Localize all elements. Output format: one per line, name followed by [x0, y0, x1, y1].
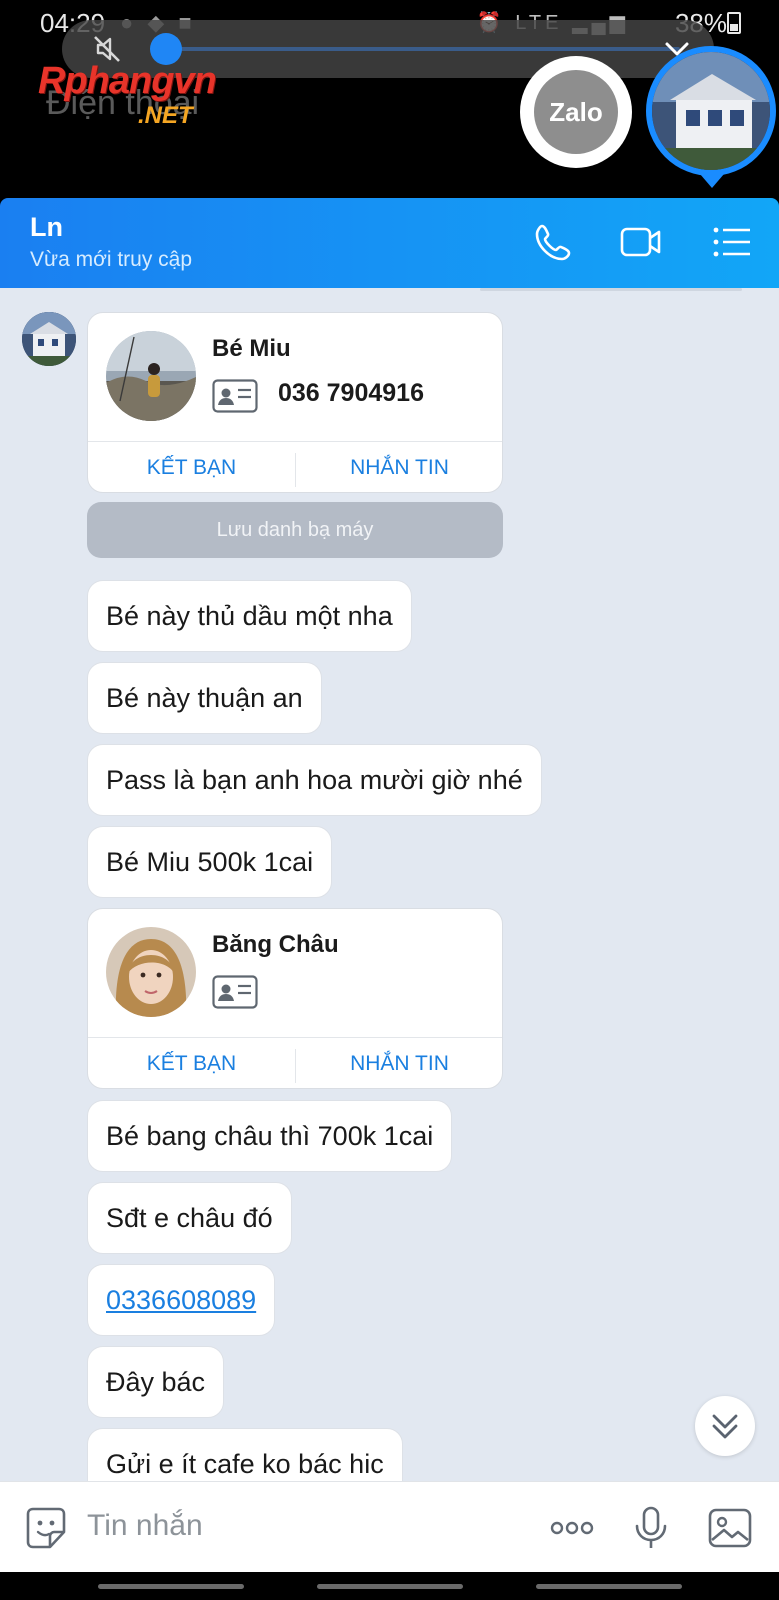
watermark-suffix: .NET — [138, 102, 193, 129]
sender-avatar[interactable] — [22, 312, 76, 366]
message-bubble[interactable]: Bé này thuận an — [87, 662, 322, 734]
video-call-icon[interactable] — [619, 220, 663, 264]
contact-avatar[interactable] — [106, 927, 196, 1017]
system-navigation-bar — [0, 1572, 779, 1600]
message-bubble[interactable]: Bé Miu 500k 1cai — [87, 826, 333, 898]
image-gallery-icon[interactable] — [706, 1504, 754, 1552]
nav-back-button[interactable] — [98, 1584, 244, 1589]
contact-photo — [106, 927, 196, 1017]
chat-head-avatar[interactable] — [646, 46, 776, 176]
nav-recents-button[interactable] — [536, 1584, 682, 1589]
watermark-brand: Rphangvn — [38, 60, 217, 102]
message-bubble[interactable]: Sđt e châu đó — [87, 1182, 292, 1254]
seek-track[interactable] — [166, 47, 680, 51]
nav-home-button[interactable] — [317, 1584, 463, 1589]
house-photo — [652, 52, 770, 170]
phone-call-icon[interactable] — [532, 220, 576, 264]
watermark-logo: Điện thoại Rphangvn .NET — [38, 60, 278, 130]
message-contact-button[interactable]: NHẮN TIN — [296, 442, 503, 494]
chat-contact-name[interactable]: Ln — [30, 212, 63, 243]
message-composer: Tin nhắn — [0, 1481, 779, 1572]
contact-avatar[interactable] — [106, 331, 196, 421]
microphone-icon[interactable] — [627, 1504, 675, 1552]
message-bubble[interactable]: Gửi e ít cafe ko bác hic — [87, 1428, 403, 1481]
contact-photo — [106, 331, 196, 421]
contact-card[interactable]: Băng Châu KẾT BẠN NHẮN TIN — [87, 908, 503, 1089]
message-bubble[interactable]: Bé bang châu thì 700k 1cai — [87, 1100, 453, 1172]
message-bubble[interactable]: Đây bác — [87, 1346, 225, 1418]
contact-card-icon — [212, 975, 258, 1009]
battery-icon — [727, 12, 741, 34]
menu-list-icon[interactable] — [710, 220, 754, 264]
chat-contact-status: Vừa mới truy cập — [30, 248, 193, 271]
message-bubble[interactable]: Pass là bạn anh hoa mười giờ nhé — [87, 744, 542, 816]
scroll-to-bottom-button[interactable] — [695, 1396, 755, 1456]
add-friend-button[interactable]: KẾT BẠN — [88, 442, 295, 494]
chat-head-pointer — [700, 174, 724, 188]
message-bubble[interactable]: Bé này thủ dầu một nha — [87, 580, 412, 652]
contact-card[interactable]: Bé Miu 036 7904916 KẾT BẠN NHẮN TIN — [87, 312, 503, 493]
phone-number-link[interactable]: 0336608089 — [106, 1285, 256, 1316]
message-bubble[interactable]: 0336608089 — [87, 1264, 276, 1336]
add-friend-button[interactable]: KẾT BẠN — [88, 1038, 295, 1090]
house-photo — [22, 312, 76, 366]
message-input[interactable]: Tin nhắn — [87, 1509, 203, 1543]
zalo-chat-bubble[interactable]: Zalo — [520, 56, 632, 168]
contact-phone: 036 7904916 — [278, 379, 424, 407]
message-contact-button[interactable]: NHẮN TIN — [296, 1038, 503, 1090]
more-options-icon[interactable] — [548, 1504, 596, 1552]
zalo-logo: Zalo — [534, 70, 618, 154]
contact-card-icon — [212, 379, 258, 413]
contact-name: Băng Châu — [212, 931, 339, 958]
chat-header: Ln Vừa mới truy cập — [0, 198, 779, 288]
sticker-icon[interactable] — [22, 1504, 70, 1552]
previous-message-edge — [480, 288, 742, 291]
save-to-contacts-button[interactable]: Lưu danh bạ máy — [87, 502, 503, 558]
message-list[interactable]: Bé Miu 036 7904916 KẾT BẠN NHẮN TIN Lưu … — [0, 288, 779, 1481]
contact-name: Bé Miu — [212, 335, 291, 362]
double-chevron-down-icon — [712, 1414, 738, 1439]
